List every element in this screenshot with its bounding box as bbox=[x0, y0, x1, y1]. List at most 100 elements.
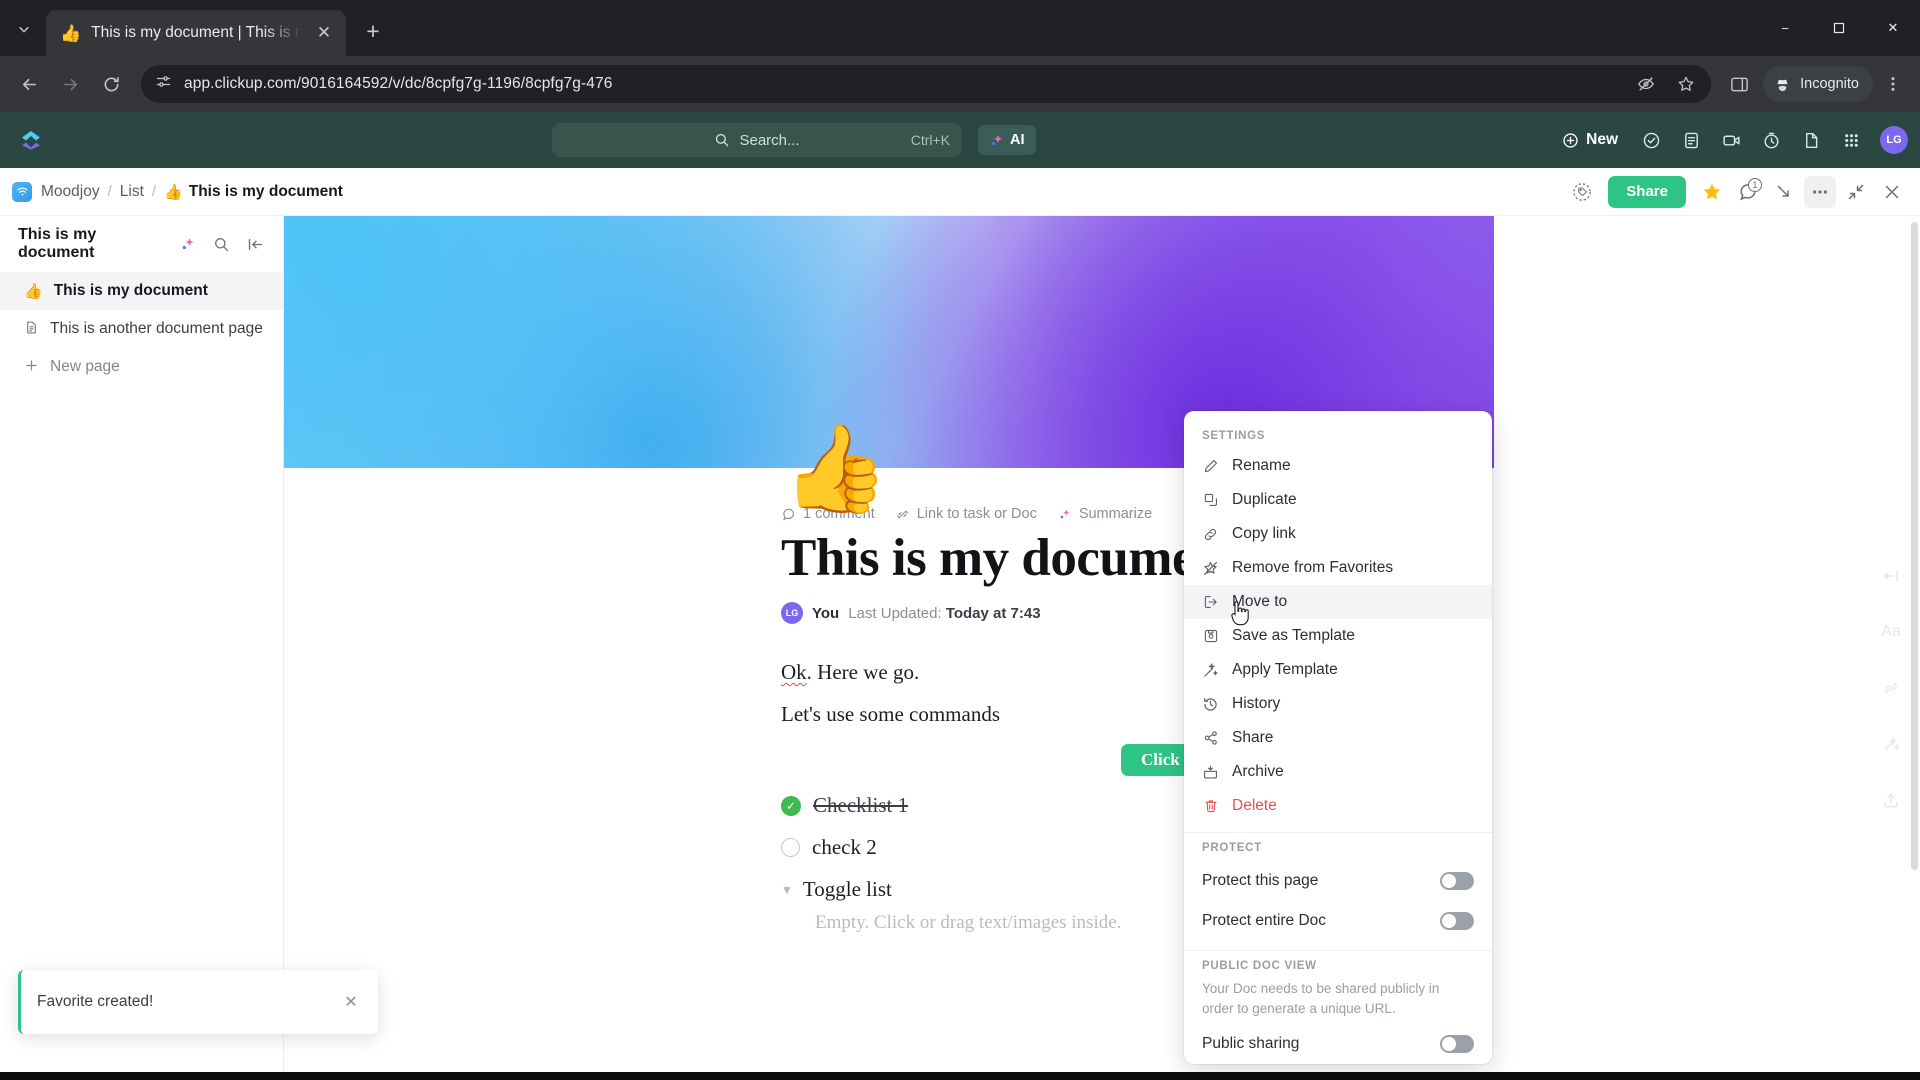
author-avatar[interactable]: LG bbox=[781, 602, 803, 624]
protect-entire-doc-label: Protect entire Doc bbox=[1202, 912, 1327, 929]
menu-item-save-as-template[interactable]: Save as Template bbox=[1184, 619, 1492, 653]
doc-workspace: This is my document 👍 This is my documen… bbox=[0, 216, 1920, 1080]
archive-icon bbox=[1202, 764, 1219, 781]
docs-icon[interactable] bbox=[1794, 123, 1828, 157]
toggle-list-label: Toggle list bbox=[802, 877, 892, 901]
document-scrollbar[interactable] bbox=[1911, 222, 1918, 1074]
tags-icon[interactable] bbox=[1566, 176, 1598, 208]
menu-item-label: Apply Template bbox=[1232, 661, 1338, 678]
chrome-menu-icon[interactable] bbox=[1876, 67, 1910, 101]
workspace-icon[interactable] bbox=[12, 181, 32, 202]
star-off-icon bbox=[1202, 560, 1219, 577]
document-scroll-area[interactable]: 👍 1 comment Link to task or Doc Summariz… bbox=[284, 216, 1920, 1080]
more-options-button[interactable] bbox=[1804, 175, 1836, 208]
forward-icon[interactable] bbox=[51, 65, 89, 103]
font-size-icon[interactable]: Aa bbox=[1877, 618, 1905, 646]
menu-section-settings-label: SETTINGS bbox=[1202, 430, 1266, 442]
doc-pages-sidebar: This is my document 👍 This is my documen… bbox=[0, 216, 284, 1080]
toast-notification: Favorite created! ✕ bbox=[18, 970, 378, 1034]
sidebar-item-this-is-my-document[interactable]: 👍 This is my document bbox=[0, 272, 283, 310]
public-sharing-toggle[interactable] bbox=[1440, 1035, 1474, 1054]
last-updated-prefix: Last Updated: bbox=[848, 604, 942, 622]
document-cover-emoji-icon[interactable]: 👍 bbox=[782, 426, 889, 512]
breadcrumb-doc-emoji-icon: 👍 bbox=[164, 183, 183, 201]
window-close-button[interactable]: ✕ bbox=[1866, 0, 1920, 56]
menu-item-duplicate[interactable]: Duplicate bbox=[1184, 483, 1492, 517]
summarize-label: Summarize bbox=[1078, 506, 1153, 522]
reload-icon[interactable] bbox=[92, 65, 130, 103]
notes-icon[interactable] bbox=[1674, 123, 1708, 157]
menu-item-history[interactable]: History bbox=[1184, 687, 1492, 721]
tab-search-icon[interactable] bbox=[6, 11, 42, 47]
breadcrumb-separator: / bbox=[151, 183, 157, 200]
comments-icon[interactable]: 1 bbox=[1732, 176, 1764, 208]
bookmark-star-icon[interactable] bbox=[1669, 67, 1703, 101]
link-to-task-button[interactable]: Link to task or Doc bbox=[895, 506, 1037, 522]
link-to-task-label: Link to task or Doc bbox=[916, 506, 1037, 522]
wand-icon bbox=[1202, 662, 1219, 679]
public-sharing-row[interactable]: Public sharing bbox=[1184, 1024, 1492, 1064]
doc-sidebar-header: This is my document bbox=[0, 216, 283, 272]
menu-item-delete[interactable]: Delete bbox=[1184, 789, 1492, 823]
close-doc-icon[interactable] bbox=[1876, 176, 1908, 208]
clickup-logo-icon[interactable] bbox=[14, 123, 48, 157]
document-content: 1 comment Link to task or Doc Summarize … bbox=[284, 468, 1920, 934]
chevron-down-icon[interactable]: ▼ bbox=[781, 883, 793, 897]
checkbox-checked-icon[interactable]: ✓ bbox=[781, 795, 801, 816]
tasks-check-icon[interactable] bbox=[1634, 123, 1668, 157]
breadcrumb-list[interactable]: List bbox=[120, 183, 144, 201]
collapse-down-icon[interactable] bbox=[1768, 176, 1800, 208]
apps-grid-icon[interactable] bbox=[1834, 123, 1868, 157]
timer-icon[interactable] bbox=[1754, 123, 1788, 157]
side-panel-icon[interactable] bbox=[1722, 67, 1756, 101]
author-name: You bbox=[812, 604, 840, 622]
tab-close-icon[interactable]: ✕ bbox=[312, 21, 336, 45]
share-button[interactable]: Share bbox=[1608, 175, 1686, 208]
menu-item-apply-template[interactable]: Apply Template bbox=[1184, 653, 1492, 687]
new-page-label: New page bbox=[50, 358, 120, 375]
wand-icon[interactable] bbox=[1877, 730, 1905, 758]
toast-close-icon[interactable]: ✕ bbox=[340, 991, 362, 1013]
user-avatar[interactable]: LG bbox=[1880, 126, 1908, 154]
menu-item-move-to[interactable]: Move to bbox=[1184, 585, 1492, 619]
protect-entire-doc-toggle[interactable] bbox=[1440, 912, 1474, 930]
sidebar-item-another-document-page[interactable]: This is another document page bbox=[0, 310, 283, 348]
ai-button[interactable]: AI bbox=[978, 125, 1036, 155]
address-bar[interactable]: app.clickup.com/9016164592/v/dc/8cpfg7g-… bbox=[141, 65, 1712, 103]
browser-toolbar: app.clickup.com/9016164592/v/dc/8cpfg7g-… bbox=[0, 56, 1920, 112]
doc-search-icon[interactable] bbox=[207, 230, 235, 258]
back-icon[interactable] bbox=[10, 65, 48, 103]
minimize-doc-icon[interactable] bbox=[1840, 176, 1872, 208]
protect-this-page-toggle[interactable] bbox=[1440, 872, 1474, 890]
menu-item-archive[interactable]: Archive bbox=[1184, 755, 1492, 789]
window-minimize-button[interactable]: − bbox=[1758, 0, 1812, 56]
browser-tab[interactable]: 👍 This is my document | This is m ✕ bbox=[46, 10, 346, 56]
hide-tracking-icon[interactable] bbox=[1629, 67, 1663, 101]
menu-item-copy-link[interactable]: Copy link bbox=[1184, 517, 1492, 551]
window-maximize-button[interactable] bbox=[1812, 0, 1866, 56]
sidebar-item-label: This is my document bbox=[53, 282, 208, 299]
breadcrumb-separator: / bbox=[107, 183, 112, 200]
new-tab-button[interactable]: + bbox=[356, 14, 390, 48]
protect-entire-doc-row[interactable]: Protect entire Doc bbox=[1184, 901, 1492, 941]
global-search-input[interactable]: Search... Ctrl+K bbox=[552, 123, 962, 157]
breadcrumb-workspace[interactable]: Moodjoy bbox=[41, 183, 100, 201]
export-icon[interactable] bbox=[1877, 786, 1905, 814]
menu-item-share[interactable]: Share bbox=[1184, 721, 1492, 755]
ai-sparkle-icon[interactable] bbox=[173, 230, 201, 258]
site-settings-icon[interactable] bbox=[155, 73, 172, 95]
menu-item-remove-from-favorites[interactable]: Remove from Favorites bbox=[1184, 551, 1492, 585]
new-page-button[interactable]: New page bbox=[0, 348, 283, 386]
collapse-sidebar-icon[interactable] bbox=[241, 230, 269, 258]
favorite-star-icon[interactable] bbox=[1696, 176, 1728, 208]
checkbox-unchecked-icon[interactable] bbox=[781, 838, 800, 857]
new-button[interactable]: New bbox=[1552, 123, 1628, 157]
protect-this-page-row[interactable]: Protect this page bbox=[1184, 861, 1492, 901]
menu-section-public-label: PUBLIC DOC VIEW bbox=[1202, 960, 1317, 972]
incognito-indicator[interactable]: Incognito bbox=[1763, 66, 1873, 102]
menu-item-rename[interactable]: Rename bbox=[1184, 449, 1492, 483]
summarize-button[interactable]: Summarize bbox=[1057, 506, 1152, 522]
video-record-icon[interactable] bbox=[1714, 123, 1748, 157]
relationships-icon[interactable] bbox=[1877, 674, 1905, 702]
page-width-icon[interactable] bbox=[1877, 562, 1905, 590]
